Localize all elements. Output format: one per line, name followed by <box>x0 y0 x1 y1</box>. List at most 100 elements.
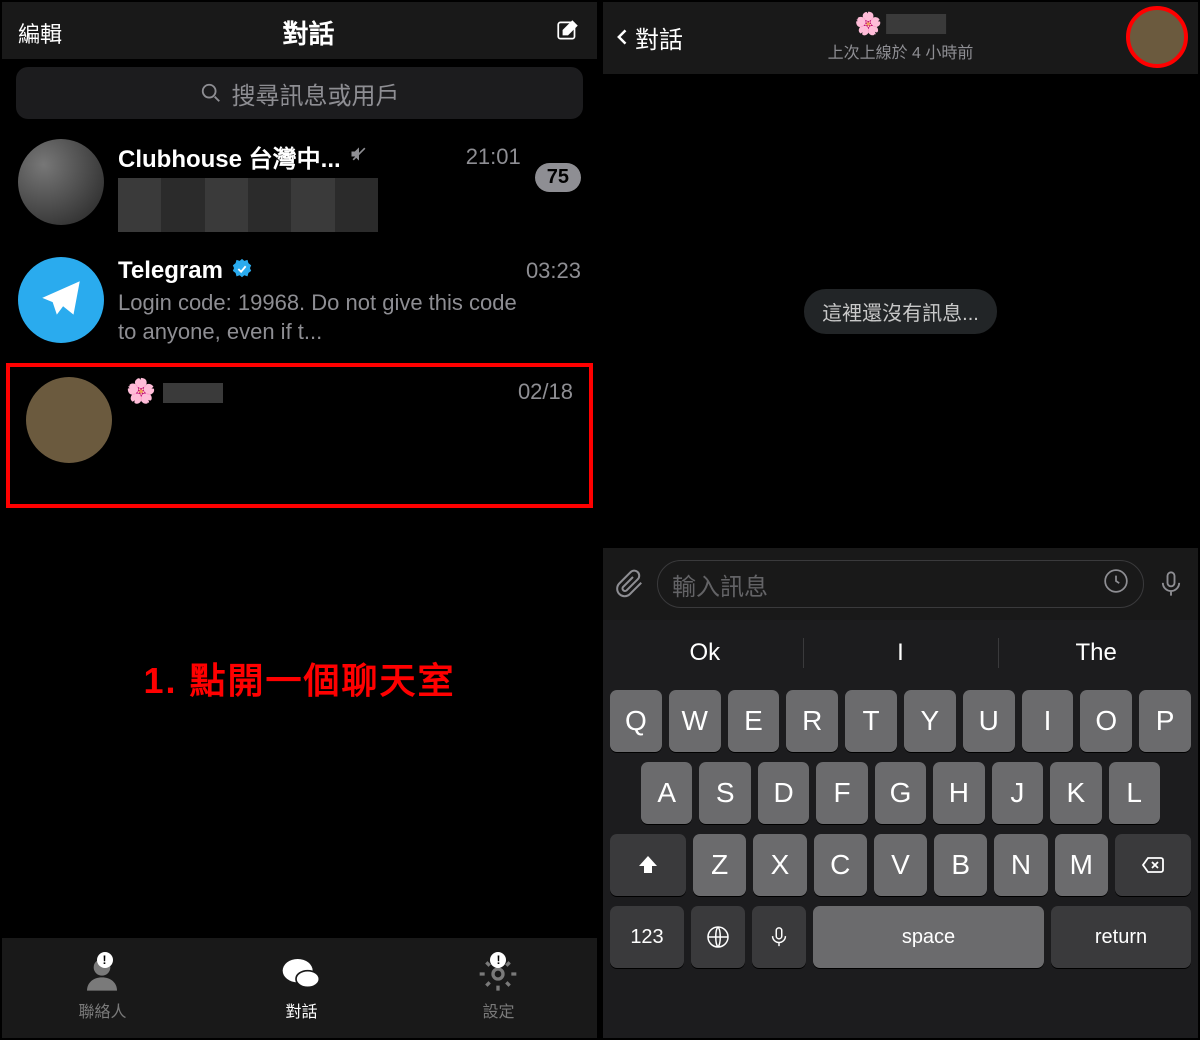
conversation-header: 對話 🌸 上次上線於 4 小時前 <box>603 2 1198 74</box>
chat-name: 🌸 <box>126 377 223 406</box>
key-c[interactable]: C <box>814 834 867 896</box>
chevron-left-icon <box>613 23 633 51</box>
key-p[interactable]: P <box>1139 690 1191 752</box>
key-row-3: ZXCVBNM <box>607 834 1194 896</box>
composer-bar: 輸入訊息 <box>603 548 1198 620</box>
key-w[interactable]: W <box>669 690 721 752</box>
space-key[interactable]: space <box>813 906 1044 968</box>
avatar <box>26 377 112 463</box>
chat-item-flower[interactable]: 🌸 02/18 <box>10 367 589 504</box>
backspace-icon <box>1139 853 1167 877</box>
chat-list-header: 編輯 對話 <box>2 2 597 59</box>
key-row-1: QWERTYUIOP <box>607 690 1194 752</box>
annotation-1: 1. 點開一個聊天室 <box>2 652 597 704</box>
key-g[interactable]: G <box>875 762 926 824</box>
empty-state: 這裡還沒有訊息... <box>804 289 997 334</box>
key-row-4: 123 space return <box>607 906 1194 968</box>
tab-settings[interactable]: ! 設定 <box>476 954 520 1022</box>
return-key[interactable]: return <box>1051 906 1191 968</box>
paperclip-icon <box>615 569 645 599</box>
chat-item-clubhouse[interactable]: Clubhouse 台灣中... 21:01 75 <box>2 129 597 247</box>
keyboard: Ok I The QWERTYUIOP ASDFGHJKL ZXCVBNM 12… <box>603 620 1198 1038</box>
key-i[interactable]: I <box>1022 690 1074 752</box>
chat-time: 03:23 <box>526 258 581 284</box>
key-u[interactable]: U <box>963 690 1015 752</box>
key-n[interactable]: N <box>994 834 1047 896</box>
back-label: 對話 <box>635 20 683 55</box>
sticker-button[interactable] <box>1103 568 1129 601</box>
chat-time: 21:01 <box>466 144 521 170</box>
dictation-key[interactable] <box>752 906 806 968</box>
page-title: 對話 <box>62 14 555 51</box>
back-button[interactable]: 對話 <box>613 20 683 55</box>
key-x[interactable]: X <box>753 834 806 896</box>
key-y[interactable]: Y <box>904 690 956 752</box>
key-a[interactable]: A <box>641 762 692 824</box>
shift-key[interactable] <box>610 834 686 896</box>
chat-item-telegram[interactable]: Telegram 03:23 Login code: 19968. Do not… <box>2 247 597 361</box>
attach-button[interactable] <box>613 567 647 601</box>
search-icon <box>200 82 222 104</box>
tab-label: 聯絡人 <box>78 998 126 1022</box>
key-h[interactable]: H <box>933 762 984 824</box>
key-z[interactable]: Z <box>693 834 746 896</box>
profile-avatar[interactable] <box>1126 6 1188 68</box>
key-t[interactable]: T <box>845 690 897 752</box>
mic-button[interactable] <box>1154 567 1188 601</box>
message-input[interactable]: 輸入訊息 <box>657 560 1144 608</box>
suggestion[interactable]: I <box>803 626 999 680</box>
suggestion[interactable]: Ok <box>607 626 803 680</box>
chat-time: 02/18 <box>518 379 573 405</box>
censored-preview <box>118 178 378 232</box>
key-s[interactable]: S <box>699 762 750 824</box>
key-d[interactable]: D <box>758 762 809 824</box>
compose-button[interactable] <box>555 17 581 48</box>
chat-name: Clubhouse 台灣中... <box>118 139 341 174</box>
key-o[interactable]: O <box>1080 690 1132 752</box>
contact-name[interactable]: 🌸 <box>828 11 974 37</box>
mic-icon <box>768 926 790 948</box>
conversation-screen: 對話 🌸 上次上線於 4 小時前 2. 這裡還沒有訊息... 輸入訊息 Ok I… <box>599 0 1200 1040</box>
muted-icon <box>349 144 369 169</box>
key-b[interactable]: B <box>934 834 987 896</box>
search-placeholder: 搜尋訊息或用戶 <box>232 76 400 111</box>
key-e[interactable]: E <box>728 690 780 752</box>
key-v[interactable]: V <box>874 834 927 896</box>
tab-label: 對話 <box>285 998 317 1022</box>
chat-list-screen: 編輯 對話 搜尋訊息或用戶 Clubhouse 台灣中... 21:01 75 <box>0 0 599 1040</box>
input-placeholder: 輸入訊息 <box>672 567 768 602</box>
annotation-box-1: 🌸 02/18 <box>6 363 593 508</box>
globe-icon <box>706 925 730 949</box>
globe-key[interactable] <box>691 906 745 968</box>
key-k[interactable]: K <box>1050 762 1101 824</box>
key-r[interactable]: R <box>786 690 838 752</box>
tab-contacts[interactable]: ! 聯絡人 <box>78 954 126 1022</box>
key-f[interactable]: F <box>816 762 867 824</box>
tab-chats[interactable]: 對話 <box>279 954 323 1022</box>
suggestion-row: Ok I The <box>607 626 1194 680</box>
key-row-2: ASDFGHJKL <box>607 762 1194 824</box>
last-seen: 上次上線於 4 小時前 <box>828 39 974 63</box>
search-input[interactable]: 搜尋訊息或用戶 <box>16 67 583 119</box>
key-m[interactable]: M <box>1055 834 1108 896</box>
verified-icon <box>231 258 253 285</box>
edit-button[interactable]: 編輯 <box>18 17 62 49</box>
sticker-icon <box>1103 568 1129 594</box>
avatar <box>18 139 104 225</box>
chat-name: Telegram <box>118 257 223 285</box>
avatar <box>18 257 104 343</box>
badge-icon: ! <box>97 952 113 968</box>
numbers-key[interactable]: 123 <box>610 906 684 968</box>
telegram-icon <box>36 275 86 325</box>
shift-icon <box>636 853 660 877</box>
chat-preview: Login code: 19968. Do not give this code… <box>118 289 538 346</box>
backspace-key[interactable] <box>1115 834 1191 896</box>
key-j[interactable]: J <box>992 762 1043 824</box>
unread-badge: 75 <box>535 163 581 192</box>
suggestion[interactable]: The <box>998 626 1194 680</box>
chats-icon <box>279 954 323 994</box>
mic-icon <box>1157 570 1185 598</box>
messages-area[interactable]: 這裡還沒有訊息... <box>603 74 1198 548</box>
key-q[interactable]: Q <box>610 690 662 752</box>
key-l[interactable]: L <box>1109 762 1160 824</box>
